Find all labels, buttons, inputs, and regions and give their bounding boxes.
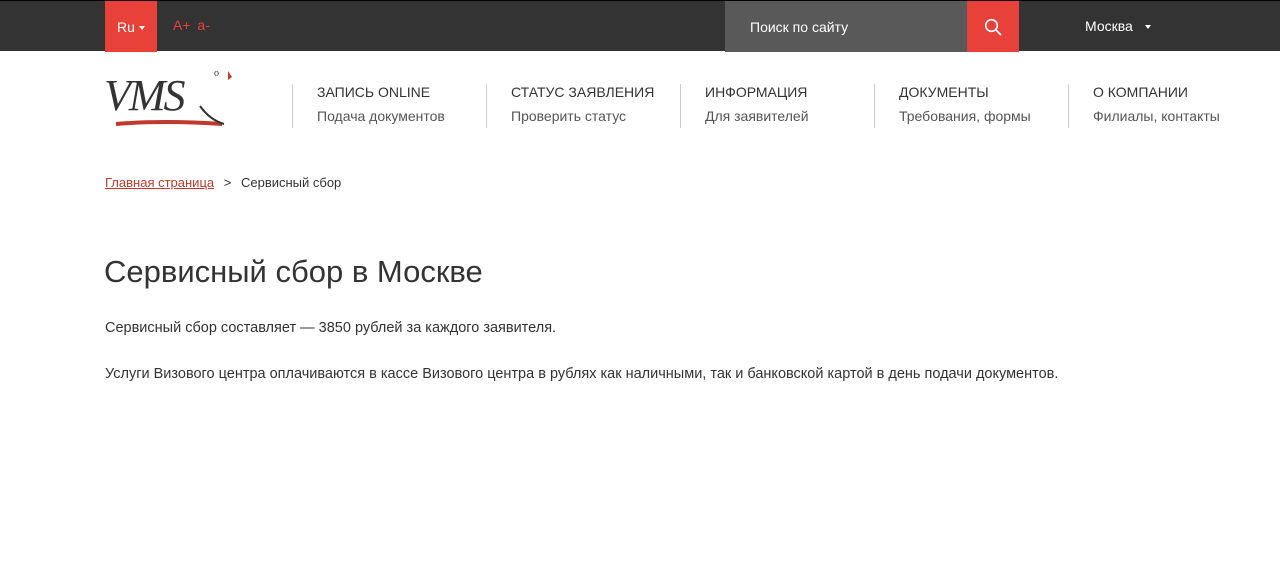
font-size-controls: A+ a- — [173, 17, 213, 33]
nav-item-information[interactable]: ИНФОРМАЦИЯ Для заявителей — [680, 84, 809, 128]
payment-info-paragraph: Услуги Визового центра оплачиваются в ка… — [105, 366, 1059, 382]
service-fee-paragraph: Сервисный сбор составляет — 3850 рублей … — [105, 320, 557, 336]
nav-item-online-booking[interactable]: ЗАПИСЬ ONLINE Подача документов — [292, 84, 445, 128]
city-label: Москва — [1085, 18, 1133, 34]
font-decrease-button[interactable]: a- — [197, 17, 209, 33]
caret-down-icon — [1144, 25, 1151, 30]
nav-title: ДОКУМЕНТЫ — [899, 84, 989, 100]
nav-title: О КОМПАНИИ — [1093, 84, 1188, 100]
breadcrumb-home-link[interactable]: Главная страница — [105, 175, 214, 190]
logo-graphic: VMS o — [104, 68, 232, 126]
city-selector[interactable]: Москва — [1085, 18, 1151, 34]
search-input[interactable]: Поиск по сайту — [725, 1, 967, 52]
font-increase-button[interactable]: A+ — [173, 17, 191, 33]
breadcrumb-separator: > — [223, 175, 232, 190]
top-bar: Ru A+ a- Поиск по сайту Москва — [0, 0, 1280, 52]
vms-logo[interactable]: VMS o — [104, 66, 238, 130]
language-selector[interactable]: Ru — [105, 1, 157, 52]
nav-subtitle: Проверить статус — [511, 108, 627, 124]
nav-item-about-company[interactable]: О КОМПАНИИ Филиалы, контакты — [1068, 84, 1220, 128]
nav-item-documents[interactable]: ДОКУМЕНТЫ Требования, формы — [874, 84, 1031, 128]
nav-title: ИНФОРМАЦИЯ — [705, 84, 808, 100]
nav-title: ЗАПИСЬ ONLINE — [317, 84, 431, 100]
nav-subtitle: Для заявителей — [705, 108, 809, 124]
caret-down-icon — [138, 25, 145, 30]
nav-subtitle: Требования, формы — [899, 108, 1031, 124]
nav-item-application-status[interactable]: СТАТУС ЗАЯВЛЕНИЯ Проверить статус — [486, 84, 654, 128]
svg-text:VMS: VMS — [104, 71, 186, 120]
svg-text:o: o — [214, 68, 219, 79]
search-placeholder: Поиск по сайту — [750, 18, 849, 35]
search-icon — [984, 18, 1002, 35]
page-title: Сервисный сбор в Москве — [104, 254, 483, 289]
nav-title: СТАТУС ЗАЯВЛЕНИЯ — [511, 84, 655, 100]
language-label: Ru — [117, 18, 135, 35]
nav-subtitle: Подача документов — [317, 108, 445, 124]
breadcrumb: Главная страница > Сервисный сбор — [105, 175, 341, 190]
nav-subtitle: Филиалы, контакты — [1093, 108, 1220, 124]
search-button[interactable] — [967, 1, 1019, 52]
breadcrumb-current: Сервисный сбор — [240, 175, 342, 190]
